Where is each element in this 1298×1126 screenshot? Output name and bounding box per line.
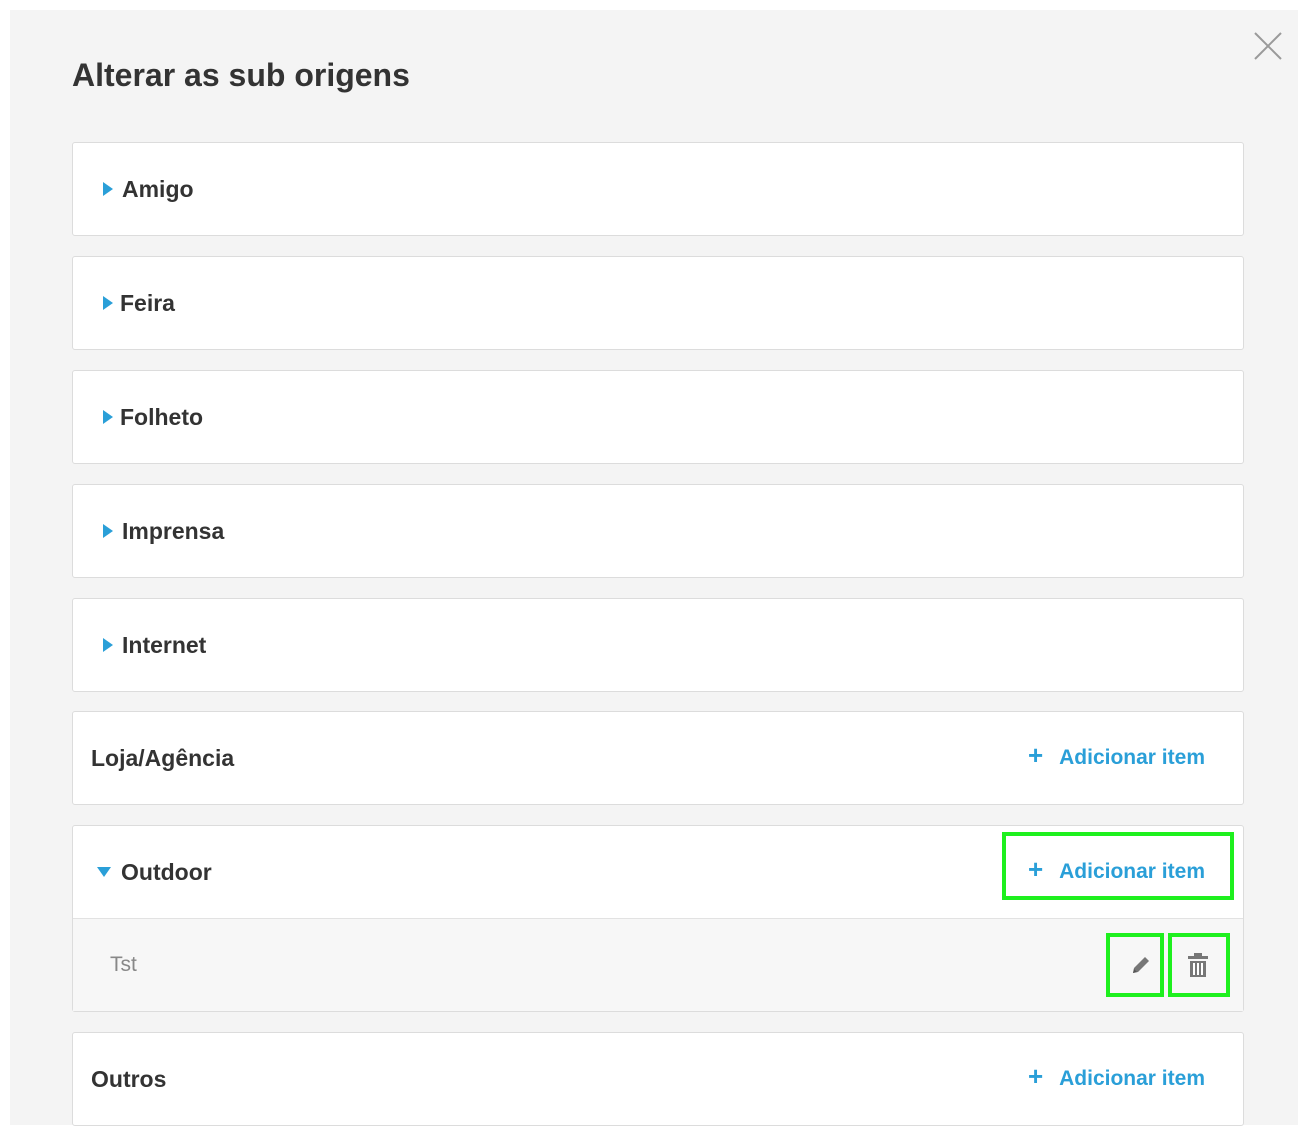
origin-panel-outdoor: Outdoor + Adicionar item Tst [72, 825, 1244, 1012]
origin-panel-imprensa: Imprensa [72, 484, 1244, 578]
origin-label: Folheto [120, 404, 204, 430]
add-item-label: Adicionar item [1059, 1067, 1205, 1090]
origin-panel-feira: Feira [72, 256, 1244, 350]
plus-icon: + [1027, 740, 1044, 770]
close-button[interactable] [1252, 30, 1284, 62]
caret-right-icon [103, 257, 113, 349]
modal-title: Alterar as sub origens [72, 57, 410, 93]
origin-header-feira[interactable]: Feira [73, 257, 1243, 349]
origin-panel-outros: Outros + Adicionar item [72, 1032, 1244, 1126]
caret-right-icon [103, 371, 113, 463]
caret-right-icon [103, 143, 113, 235]
origin-label: Outdoor [121, 859, 212, 885]
add-item-button[interactable]: + Adicionar item [1028, 826, 1205, 918]
origin-label: Amigo [122, 176, 194, 202]
origin-header-internet[interactable]: Internet [73, 599, 1243, 691]
origin-panel-folheto: Folheto [72, 370, 1244, 464]
origin-panel-internet: Internet [72, 598, 1244, 692]
origin-header-folheto[interactable]: Folheto [73, 371, 1243, 463]
delete-button[interactable] [1182, 947, 1214, 983]
sub-origin-label: Tst [110, 953, 137, 976]
origin-panel-loja-agencia: Loja/Agência + Adicionar item [72, 711, 1244, 805]
origin-label: Internet [122, 632, 207, 658]
origin-panel-amigo: Amigo [72, 142, 1244, 236]
add-item-label: Adicionar item [1059, 746, 1205, 769]
plus-icon: + [1027, 1061, 1044, 1091]
caret-down-icon [97, 826, 111, 918]
origin-label: Imprensa [122, 518, 225, 544]
origin-header-amigo[interactable]: Amigo [73, 143, 1243, 235]
caret-right-icon [103, 599, 113, 691]
add-item-button[interactable]: + Adicionar item [1028, 712, 1205, 804]
origin-header-loja-agencia: Loja/Agência + Adicionar item [73, 712, 1243, 804]
caret-right-icon [103, 485, 113, 577]
plus-icon: + [1027, 854, 1044, 884]
origin-label: Outros [91, 1066, 167, 1092]
trash-icon [1188, 953, 1208, 977]
sub-origin-row: Tst [73, 918, 1243, 1011]
origin-header-outros: Outros + Adicionar item [73, 1033, 1243, 1125]
close-icon [1254, 32, 1282, 60]
add-item-button[interactable]: + Adicionar item [1028, 1033, 1205, 1125]
origin-header-outdoor[interactable]: Outdoor + Adicionar item [73, 826, 1243, 918]
pencil-icon [1133, 957, 1149, 973]
edit-button[interactable] [1125, 947, 1157, 983]
origin-label: Feira [120, 290, 175, 316]
origin-header-imprensa[interactable]: Imprensa [73, 485, 1243, 577]
add-item-label: Adicionar item [1059, 860, 1205, 883]
origin-label: Loja/Agência [91, 745, 235, 771]
